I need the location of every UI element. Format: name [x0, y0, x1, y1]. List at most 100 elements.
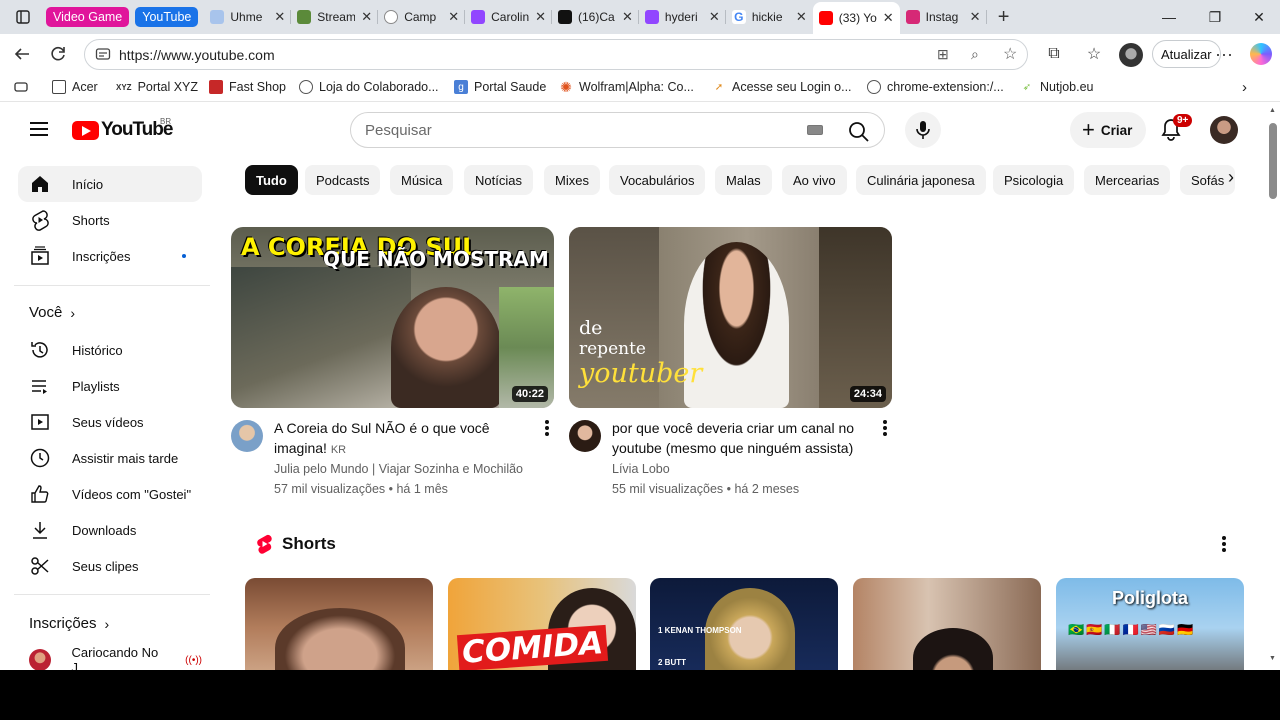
app-available-icon[interactable]: ⊞ [937, 46, 949, 63]
browser-tab[interactable]: Uhme ✕ [204, 3, 292, 31]
profile-avatar[interactable] [1119, 43, 1143, 67]
shorts-more-options-icon[interactable] [1222, 536, 1228, 552]
short-thumbnail[interactable] [245, 578, 433, 670]
more-bookmarks-chevron-icon[interactable]: › [1242, 79, 1247, 96]
search-input[interactable] [365, 121, 785, 139]
menu-burger-icon[interactable] [30, 122, 48, 136]
video-title[interactable]: por que você deveria criar um canal no y… [612, 418, 870, 458]
zoom-icon[interactable]: ⌕ [971, 46, 979, 63]
close-tab-icon[interactable]: ✕ [448, 9, 459, 25]
favorite-star-icon[interactable]: ☆ [1003, 44, 1017, 64]
video-thumbnail[interactable]: A COREIA DO SUL QUE NÃO MOSTRAM 40:22 [231, 227, 554, 408]
close-tab-icon[interactable]: ✕ [970, 9, 981, 25]
sidebar-item-home[interactable]: Início [18, 166, 202, 202]
browser-tab[interactable]: Carolin ✕ [465, 3, 552, 31]
account-avatar[interactable] [1210, 116, 1238, 144]
copilot-icon[interactable] [1250, 43, 1272, 65]
extensions-button[interactable]: ⧉ [1036, 36, 1072, 72]
close-tab-icon[interactable]: ✕ [883, 10, 894, 26]
close-tab-icon[interactable]: ✕ [622, 9, 633, 25]
browser-tab[interactable]: Camp ✕ [378, 3, 466, 31]
chip[interactable]: Mercearias [1084, 165, 1171, 195]
close-window-button[interactable]: ✕ [1236, 0, 1280, 34]
browser-tab[interactable]: Ghickie ✕ [726, 3, 813, 31]
bookmark-login[interactable]: ➚ Acesse seu Login o... [712, 80, 852, 94]
scroll-down-arrow-icon[interactable]: ▼ [1269, 655, 1276, 662]
search-icon[interactable] [848, 121, 870, 143]
video-title[interactable]: A Coreia do Sul NÃO é o que você imagina… [274, 418, 509, 460]
chip[interactable]: Ao vivo [782, 165, 847, 195]
bookmark-fast-shop[interactable]: Fast Shop [209, 80, 286, 94]
chip[interactable]: Música [390, 165, 454, 195]
you-section-header[interactable]: Você › [29, 304, 75, 321]
sidebar-item-playlists[interactable]: Playlists [18, 368, 202, 404]
close-tab-icon[interactable]: ✕ [361, 9, 372, 25]
close-tab-icon[interactable]: ✕ [535, 9, 546, 25]
short-thumbnail[interactable]: 1 KENAN THOMPSON 2 BUTT [650, 578, 838, 670]
bookmark-loja[interactable]: Loja do Colaborado... [299, 80, 439, 94]
bookmark-portal-saude[interactable]: g Portal Saude [454, 80, 546, 94]
chip[interactable]: Vocabulários [609, 165, 706, 195]
voice-search-button[interactable] [905, 112, 941, 148]
scroll-up-arrow-icon[interactable]: ▲ [1269, 107, 1276, 114]
video-thumbnail[interactable]: de repente youtuber 24:34 [569, 227, 892, 408]
chip[interactable]: Malas [715, 165, 772, 195]
back-button[interactable] [4, 36, 40, 72]
sidebar-item-clips[interactable]: Seus clipes [18, 548, 202, 584]
sidebar-item-history[interactable]: Histórico [18, 332, 202, 368]
short-thumbnail[interactable] [853, 578, 1041, 670]
close-tab-icon[interactable]: ✕ [274, 9, 285, 25]
tab-group-youtube[interactable]: YouTube [135, 7, 199, 27]
video-more-options-icon[interactable] [544, 420, 550, 438]
chip[interactable]: Podcasts [305, 165, 381, 195]
favorites-button[interactable]: ☆ [1076, 36, 1112, 72]
browser-tab[interactable]: (16)Ca ✕ [552, 3, 639, 31]
youtube-logo[interactable]: YouTube BR [72, 117, 173, 141]
sidebar-item-shorts[interactable]: Shorts [18, 202, 202, 238]
chip[interactable]: Notícias [464, 165, 533, 195]
channel-name[interactable]: Julia pelo Mundo | Viajar Sozinha e Moch… [274, 462, 523, 476]
chip[interactable]: Culinária japonesa [856, 165, 986, 195]
browser-tab[interactable]: Stream ✕ [291, 3, 379, 31]
sidebar-item-channel[interactable]: Cariocando No J... ((•)) [18, 642, 202, 670]
browser-tab[interactable]: Instag ✕ [900, 3, 987, 31]
channel-avatar[interactable] [231, 420, 263, 452]
short-thumbnail[interactable]: COMIDA [448, 578, 636, 670]
subscriptions-section-header[interactable]: Inscrições › [29, 615, 109, 632]
create-button[interactable]: + Criar [1070, 112, 1147, 148]
browser-tab-active[interactable]: (33) Yo ✕ [812, 2, 900, 34]
sidebar-item-subscriptions[interactable]: Inscrições [18, 238, 202, 274]
scrollbar-thumb[interactable] [1269, 123, 1277, 199]
address-bar[interactable]: https://www.youtube.com ⊞ ⌕ ☆ [84, 39, 1028, 70]
tab-actions-button[interactable] [0, 0, 46, 34]
channel-name[interactable]: Lívia Lobo [612, 462, 670, 476]
bookmark-wolfram[interactable]: ✺ Wolfram|Alpha: Co... [559, 79, 694, 95]
reload-button[interactable] [40, 36, 76, 72]
keyboard-icon[interactable] [807, 125, 823, 135]
chip-all[interactable]: Tudo [245, 165, 298, 195]
sidebar-item-liked-videos[interactable]: Vídeos com "Gostei" [18, 476, 202, 512]
channel-avatar[interactable] [569, 420, 601, 452]
new-tab-button[interactable]: + [987, 6, 1021, 29]
maximize-button[interactable]: ❐ [1192, 0, 1238, 34]
tab-group-video-game[interactable]: Video Game [46, 7, 130, 27]
browser-tab[interactable]: hyderi ✕ [639, 3, 726, 31]
bookmark-nutjob[interactable]: ➶ Nutjob.eu [1020, 80, 1094, 94]
chip[interactable]: Sofás [1180, 165, 1235, 195]
site-info-icon[interactable] [95, 46, 111, 62]
update-button[interactable]: Atualizar [1152, 40, 1221, 68]
close-tab-icon[interactable]: ✕ [796, 9, 807, 25]
sidebar-item-your-videos[interactable]: Seus vídeos [18, 404, 202, 440]
bookmark-acer[interactable]: Acer [52, 80, 98, 94]
bookmark-chrome-extension[interactable]: chrome-extension:/... [867, 80, 1004, 94]
chips-next-chevron-icon[interactable]: › [1228, 167, 1234, 188]
sidebar-item-watch-later[interactable]: Assistir mais tarde [18, 440, 202, 476]
video-more-options-icon[interactable] [882, 420, 888, 438]
page-scrollbar[interactable]: ▲ ▼ [1266, 103, 1280, 670]
close-tab-icon[interactable]: ✕ [709, 9, 720, 25]
sidebar-item-downloads[interactable]: Downloads [18, 512, 202, 548]
tab-search-icon[interactable] [14, 80, 28, 97]
minimize-button[interactable]: — [1146, 0, 1192, 34]
short-thumbnail[interactable]: Poliglota 🇧🇷🇪🇸🇮🇹🇫🇷🇺🇸🇷🇺🇩🇪 [1056, 578, 1244, 670]
bookmark-portal-xyz[interactable]: XYZ Portal XYZ [116, 80, 198, 94]
